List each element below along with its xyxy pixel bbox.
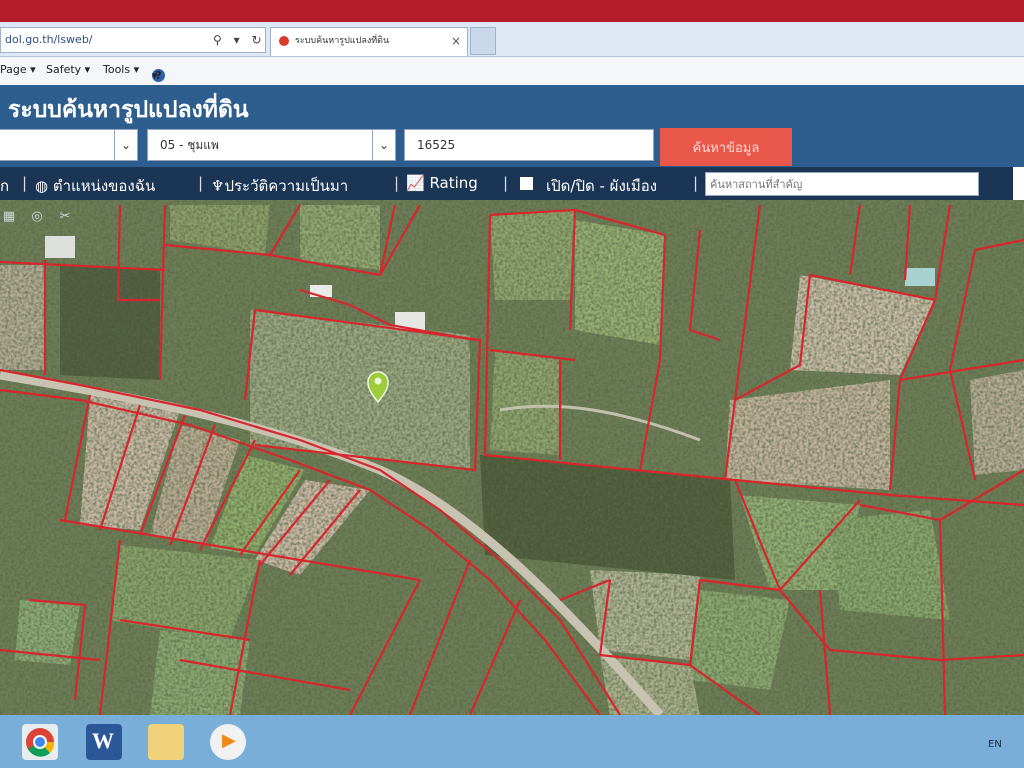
my-location-link[interactable]: ◍ ตำแหน่งของฉัน bbox=[35, 174, 155, 198]
satellite-map[interactable] bbox=[0, 200, 1024, 715]
address-field[interactable]: dol.go.th/lsweb/ ⚲ ▾ ↻ bbox=[0, 27, 266, 53]
chevron-down-icon: ⌄ bbox=[114, 130, 137, 160]
cityplan-toggle-label[interactable]: เปิด/ปิด - ผังเมือง bbox=[546, 174, 657, 198]
chevron-down-icon: ⌄ bbox=[372, 130, 395, 160]
map-toolbar: ก | ◍ ตำแหน่งของฉัน | ♆ประวัติความเป็นมา… bbox=[0, 167, 1024, 200]
language-indicator[interactable]: EN bbox=[988, 739, 1002, 750]
globe-icon: ◍ bbox=[35, 177, 53, 195]
dol-favicon-icon bbox=[279, 36, 289, 46]
chart-icon: 📈 bbox=[406, 174, 430, 192]
page-menu[interactable]: Page ▾ bbox=[0, 63, 36, 76]
grid-icon[interactable]: ▦ bbox=[0, 208, 18, 226]
building bbox=[905, 268, 935, 286]
address-search-refresh-icons[interactable]: ⚲ ▾ ↻ bbox=[213, 28, 265, 52]
parcel-number-input[interactable]: 16525 bbox=[404, 129, 654, 161]
history-link[interactable]: ♆ประวัติความเป็นมา bbox=[211, 174, 348, 198]
building bbox=[45, 236, 75, 258]
district-select[interactable]: 05 - ชุมแพ ⌄ bbox=[147, 129, 396, 161]
map-canvas[interactable] bbox=[0, 200, 1024, 715]
province-select[interactable]: ⌄ bbox=[0, 129, 138, 161]
divider: | bbox=[693, 174, 699, 192]
browser-address-bar: dol.go.th/lsweb/ ⚲ ▾ ↻ ระบบค้นหารูปแปลงท… bbox=[0, 22, 1024, 57]
divider: | bbox=[22, 174, 28, 192]
safety-menu[interactable]: Safety ▾ bbox=[46, 63, 90, 76]
new-tab-button[interactable] bbox=[470, 27, 496, 55]
media-player-icon[interactable]: ▶ bbox=[210, 724, 246, 760]
tab-title: ระบบค้นหารูปแปลงที่ดิน bbox=[295, 36, 390, 46]
divider: | bbox=[503, 174, 509, 192]
word-icon[interactable]: W bbox=[86, 724, 122, 760]
tools-menu[interactable]: Tools ▾ bbox=[103, 63, 139, 76]
home-link[interactable]: ก bbox=[0, 174, 9, 198]
history-icon: ♆ bbox=[211, 177, 225, 195]
chrome-icon[interactable] bbox=[22, 724, 58, 760]
search-button[interactable]: ค้นหาข้อมูล bbox=[660, 128, 792, 166]
window-top-strip bbox=[0, 0, 1024, 22]
browser-command-bar: Page ▾ Safety ▾ Tools ▾ ? ▾ bbox=[0, 57, 1024, 86]
tab-close-icon[interactable]: × bbox=[451, 28, 461, 54]
place-search-input[interactable] bbox=[705, 172, 979, 196]
rating-link[interactable]: 📈 Rating bbox=[406, 174, 478, 192]
district-select-value: 05 - ชุมแพ bbox=[160, 138, 219, 152]
divider: | bbox=[394, 174, 400, 192]
windows-taskbar: W ▶ EN bbox=[0, 715, 1024, 768]
app-header: ระบบค้นหารูปแปลงที่ดิน ⌄ 05 - ชุมแพ ⌄ 16… bbox=[0, 85, 1024, 167]
layers-icon[interactable]: ◎ bbox=[28, 208, 46, 226]
address-text: dol.go.th/lsweb/ bbox=[5, 33, 93, 46]
cityplan-checkbox[interactable] bbox=[520, 177, 533, 190]
browser-tab[interactable]: ระบบค้นหารูปแปลงที่ดิน × bbox=[270, 27, 468, 56]
page-title: ระบบค้นหารูปแปลงที่ดิน bbox=[8, 97, 249, 123]
tool-icon[interactable]: ✂ bbox=[56, 208, 74, 226]
divider: | bbox=[198, 174, 204, 192]
file-explorer-icon[interactable] bbox=[148, 724, 184, 760]
